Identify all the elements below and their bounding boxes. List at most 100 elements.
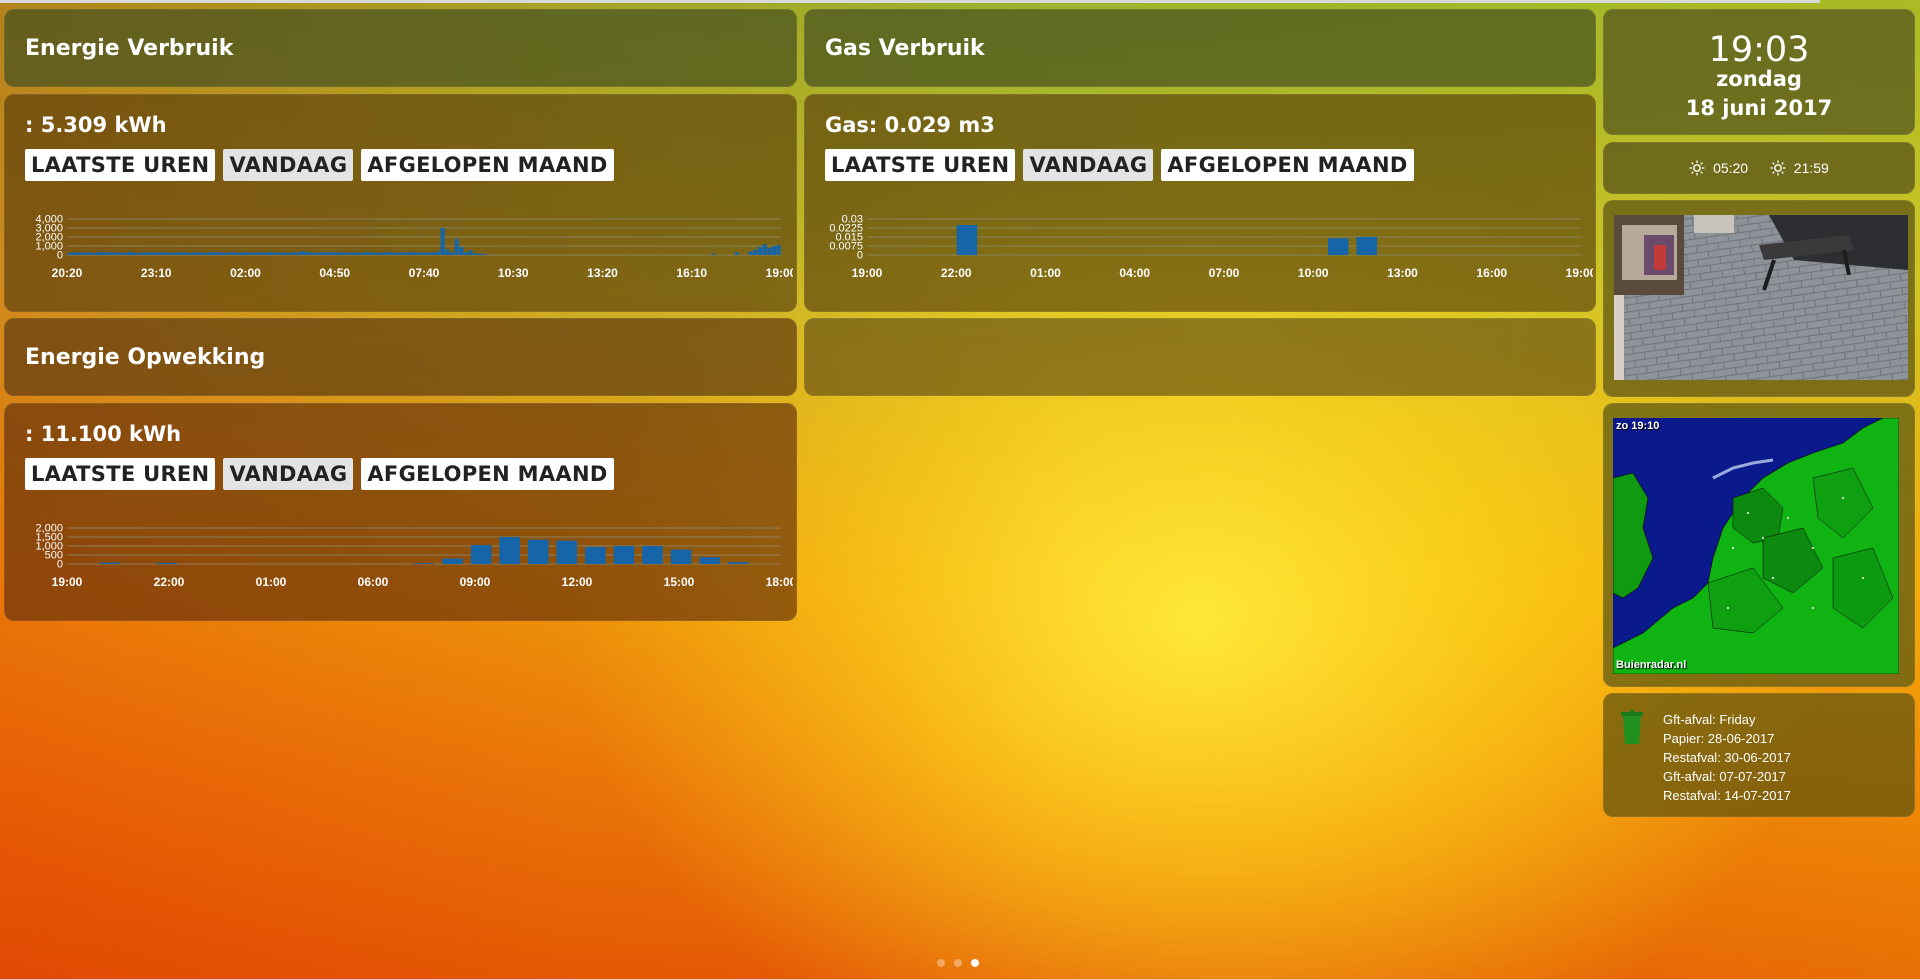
trash-bin-icon <box>1620 710 1644 746</box>
page-dot-2[interactable] <box>954 959 962 967</box>
energy-last-hours-button[interactable]: LAATSTE UREN <box>25 149 216 181</box>
chart-bar <box>762 244 767 255</box>
sunrise-icon <box>1689 160 1705 176</box>
chart-bar <box>328 252 333 255</box>
x-tick-label: 10:30 <box>498 266 529 280</box>
chart-bar <box>160 252 165 255</box>
x-tick-label: 04:50 <box>319 266 350 280</box>
gas-today-button[interactable]: VANDAAG <box>1023 149 1154 181</box>
chart-bar <box>342 252 347 255</box>
gas-last-hours-button[interactable]: LAATSTE UREN <box>825 149 1016 181</box>
chart-bar <box>413 563 435 564</box>
x-tick-label: 06:00 <box>358 575 389 589</box>
camera-panel <box>1603 200 1915 397</box>
energy-production-range-buttons: LAATSTE UREN VANDAAG AFGELOPEN MAAND <box>25 458 614 490</box>
x-tick-label: 16:00 <box>1476 266 1507 280</box>
chart-bar <box>305 251 310 255</box>
chart-bar <box>613 546 635 564</box>
chart-bar <box>670 549 692 564</box>
chart-bar <box>384 251 389 255</box>
chart-bar <box>482 253 487 255</box>
rain-radar-map[interactable]: zo 19:10 Buienradar.nl <box>1613 418 1899 674</box>
chart-bar <box>95 252 100 255</box>
energy-last-month-button[interactable]: AFGELOPEN MAAND <box>361 149 614 181</box>
chart-bar <box>151 252 156 255</box>
chart-bar <box>309 252 315 255</box>
chart-bar <box>463 252 469 255</box>
waste-item: Restafval: 30-06-2017 <box>1663 750 1791 765</box>
chart-bar <box>407 252 413 255</box>
energy-today-button[interactable]: VANDAAG <box>223 149 354 181</box>
chart-bar <box>1356 237 1378 255</box>
chart-bar <box>295 252 301 255</box>
chart-bar <box>748 251 753 255</box>
chart-bar <box>156 562 178 564</box>
chart-bar <box>767 247 772 255</box>
chart-bar <box>76 252 81 255</box>
rain-radar-panel: zo 19:10 Buienradar.nl <box>1603 403 1915 687</box>
chart-bar <box>556 540 578 564</box>
camera-image[interactable] <box>1614 215 1908 380</box>
x-tick-label: 07:40 <box>409 266 440 280</box>
y-tick-label: 0 <box>57 559 63 571</box>
chart-bar <box>370 252 375 255</box>
chart-bar <box>118 252 123 255</box>
page-dot-1[interactable] <box>937 959 945 967</box>
waste-item: Gft-afval: 07-07-2017 <box>1663 769 1786 784</box>
chart-bar <box>104 252 109 255</box>
chart-bar <box>499 537 520 564</box>
x-tick-label: 01:00 <box>256 575 287 589</box>
gas-last-month-button[interactable]: AFGELOPEN MAAND <box>1161 149 1414 181</box>
chart-bar <box>398 252 403 255</box>
chart-bar <box>258 252 263 255</box>
x-tick-label: 13:00 <box>1387 266 1418 280</box>
clock-time: 19:03 <box>1708 30 1810 70</box>
chart-bar <box>193 252 198 255</box>
solar-last-hours-button[interactable]: LAATSTE UREN <box>25 458 216 490</box>
energy-usage-chart: 4,0003,0002,0001,000020:20 23:10 02:00 04:5… <box>35 214 793 281</box>
gas-usage-title: Gas Verbruik <box>825 36 985 61</box>
chart-bar <box>263 252 268 255</box>
chart-bar <box>225 252 231 255</box>
solar-last-month-button[interactable]: AFGELOPEN MAAND <box>361 458 614 490</box>
x-tick-label: 18:00 <box>766 575 793 589</box>
chart-bar <box>71 252 77 255</box>
chart-bar <box>174 252 179 255</box>
chart-bar <box>642 546 663 564</box>
chart-bar <box>435 251 441 255</box>
chart-bar <box>272 252 277 255</box>
sun-times-panel: 05:20 21:59 <box>1603 142 1915 194</box>
page-dot-3[interactable] <box>971 959 979 967</box>
y-tick-label: 0 <box>857 250 863 262</box>
chart-bar <box>216 252 221 255</box>
clock-day: zondag <box>1716 67 1802 91</box>
chart-bar <box>347 252 352 255</box>
sun-times-row: 05:20 21:59 <box>1604 159 1914 176</box>
chart-bar <box>123 252 128 255</box>
chart-bar <box>277 252 282 255</box>
sunrise-time: 05:20 <box>1713 160 1749 177</box>
chart-bar <box>253 252 259 255</box>
clock-date: 18 juni 2017 <box>1685 96 1833 120</box>
chart-bar <box>473 253 478 255</box>
chart-bar <box>426 252 431 255</box>
chart-bar <box>468 250 473 255</box>
chart-bar <box>267 252 273 255</box>
radar-brand-label: Buienradar.nl <box>1616 659 1687 671</box>
x-tick-label: 13:20 <box>587 266 618 280</box>
chart-bar <box>1327 238 1349 255</box>
x-tick-label: 19:00 <box>1566 266 1593 280</box>
solar-today-button[interactable]: VANDAAG <box>223 458 354 490</box>
chart-bar <box>300 250 305 255</box>
chart-bar <box>113 252 119 255</box>
energy-production-reading: : 11.100 kWh <box>25 422 182 446</box>
chart-bar <box>286 252 291 255</box>
chart-bar <box>727 562 749 564</box>
x-tick-label: 12:00 <box>562 575 593 589</box>
chart-bar <box>454 238 459 255</box>
waste-item: Restafval: 14-07-2017 <box>1663 788 1791 803</box>
chart-bar <box>351 252 357 255</box>
chart-bar <box>477 253 483 255</box>
gas-usage-chart: 0.030.02250.0150.0075019:00 22:00 01:00 04:… <box>829 214 1593 281</box>
chart-bar <box>365 252 371 255</box>
